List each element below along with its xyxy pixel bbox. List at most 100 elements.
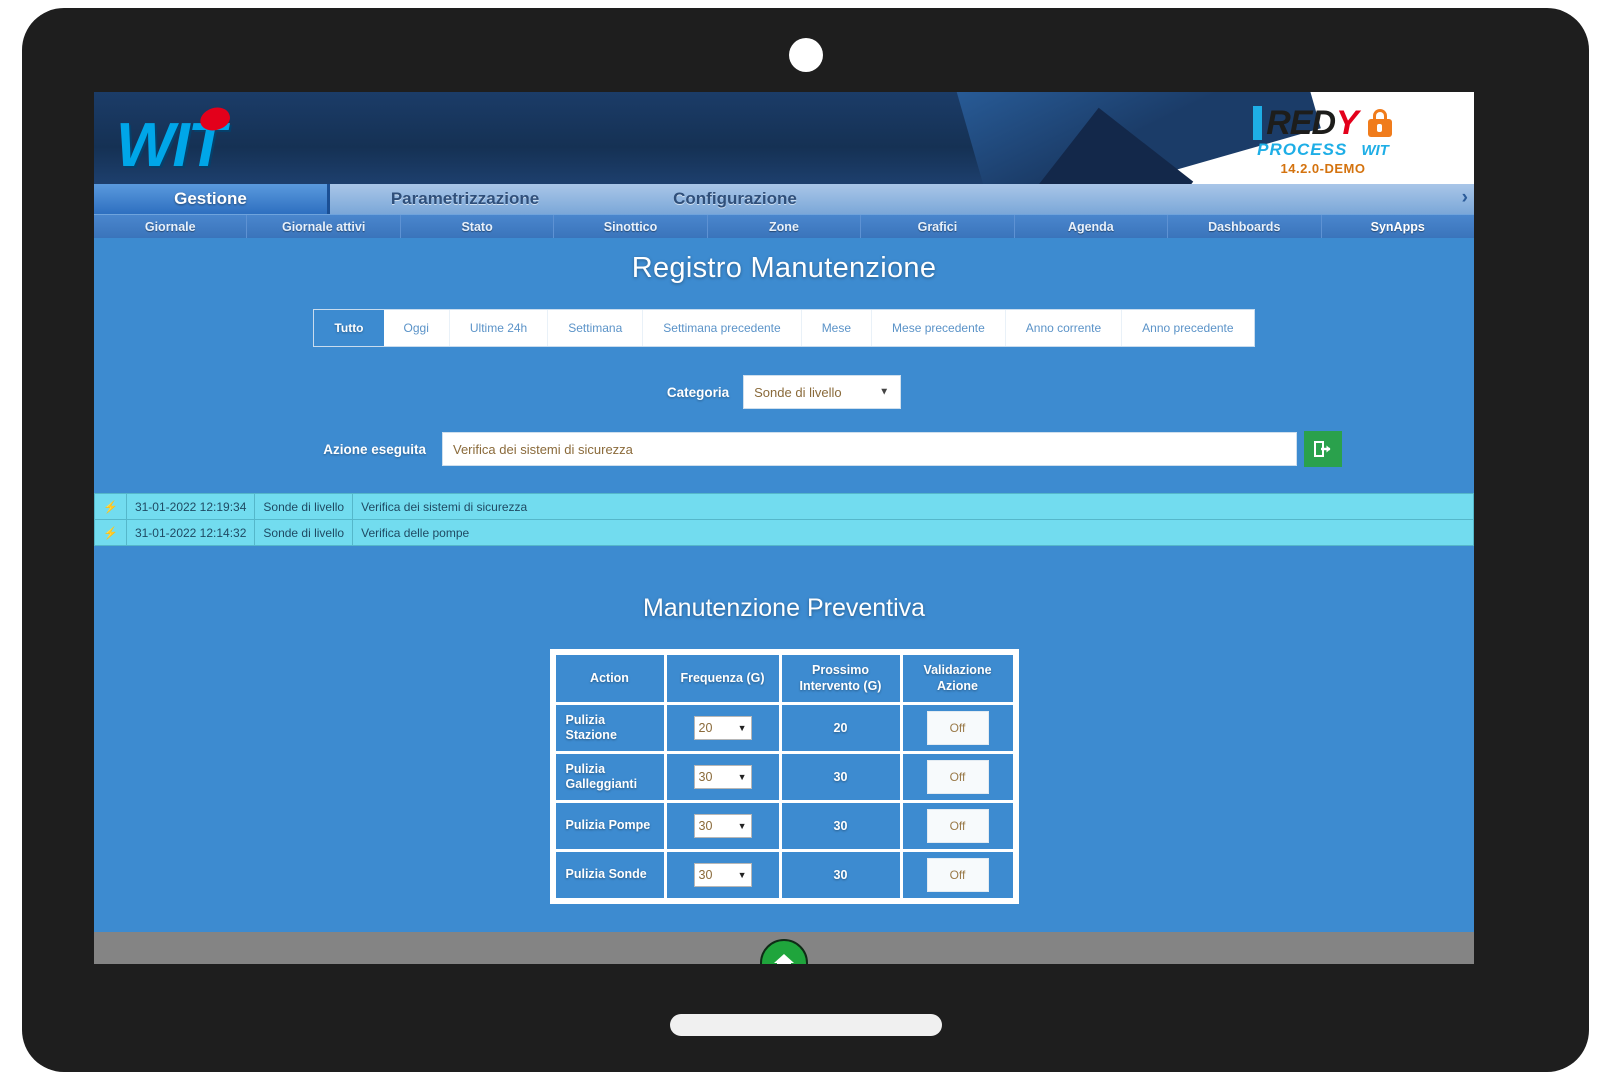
log-timestamp: 31-01-2022 12:19:34 (125, 493, 256, 520)
redy-process-logo: RED Y PROCESS WIT 14.2.0-DEMO (1234, 100, 1412, 178)
azione-input[interactable]: Verifica dei sistemi di sicurezza (442, 432, 1297, 466)
redy-bar-icon (1253, 106, 1263, 140)
table-row: Pulizia Sonde 30 ▼ 30 Off (555, 852, 1013, 899)
subnav-item-zone[interactable]: Zone (708, 215, 862, 238)
home-icon (774, 954, 794, 964)
period-tab-ultime-24h[interactable]: Ultime 24h (450, 310, 549, 346)
preventive-maintenance-title: Manutenzione Preventiva (642, 594, 926, 622)
row-validazione-cell: Off (902, 754, 1013, 801)
row-action-name: Pulizia Galleggianti (555, 754, 664, 801)
tab-parametrizzazione-label: Parametrizzazione (390, 189, 540, 208)
tablet-frame: WIT RED Y PROCESS WIT 14.2.0-DEMO Gestio… (22, 8, 1589, 1072)
log-categoria: Sonde di livello (254, 519, 354, 546)
frequenza-value: 30 (698, 770, 713, 785)
redy-process-text: PROCESS (1257, 140, 1348, 159)
row-validazione-cell: Off (902, 803, 1013, 850)
page-title: Registro Manutenzione (631, 252, 937, 284)
frequenza-value: 20 (698, 721, 713, 736)
save-enter-icon (1314, 441, 1331, 457)
categoria-selected-value: Sonde di livello (754, 384, 842, 400)
azione-row: Azione eseguita Verifica dei sistemi di … (94, 431, 1474, 467)
validazione-toggle-button[interactable]: Off (926, 858, 989, 893)
chevron-down-icon: ▼ (737, 821, 747, 832)
table-row: Pulizia Galleggianti 30 ▼ 30 Off (555, 754, 1013, 801)
subnav-item-grafici[interactable]: Grafici (861, 215, 1015, 238)
subnav-item-stato[interactable]: Stato (401, 215, 555, 238)
frequenza-select[interactable]: 30 ▼ (693, 765, 752, 790)
validazione-toggle-button[interactable]: Off (926, 809, 989, 844)
categoria-select[interactable]: Sonde di livello ▼ (743, 375, 902, 409)
chevron-down-icon: ▼ (879, 386, 890, 398)
subnav-item-giornale[interactable]: Giornale (94, 215, 248, 238)
period-tab-anno-precedente[interactable]: Anno precedente (1122, 310, 1253, 346)
subnav-item-sinottico[interactable]: Sinottico (554, 215, 708, 238)
header-action: Action (555, 655, 664, 703)
frequenza-select[interactable]: 20 ▼ (693, 716, 752, 741)
log-azione: Verifica delle pompe (352, 519, 1474, 546)
header-prossimo-intervento: Prossimo Intervento (G) (781, 655, 900, 703)
log-azione: Verifica dei sistemi di sicurezza (352, 493, 1474, 520)
wit-logo[interactable]: WIT (116, 102, 296, 180)
period-tab-mese-precedente[interactable]: Mese precedente (872, 310, 1006, 346)
log-bolt-icon: ⚡ (94, 493, 127, 520)
row-action-name: Pulizia Stazione (555, 705, 664, 752)
period-tab-oggi[interactable]: Oggi (384, 310, 450, 346)
validazione-toggle-button[interactable]: Off (926, 711, 989, 746)
period-tab-tutto[interactable]: Tutto (314, 310, 384, 346)
preventive-maintenance-table: Action Frequenza (G) Prossimo Intervento… (549, 649, 1019, 905)
log-categoria: Sonde di livello (254, 493, 354, 520)
period-tab-anno-corrente[interactable]: Anno corrente (1006, 310, 1123, 346)
table-row: Pulizia Stazione 20 ▼ 20 Off (555, 705, 1013, 752)
table-row[interactable]: ⚡ 31-01-2022 12:14:32 Sonde di livello V… (94, 519, 1474, 546)
tab-parametrizzazione[interactable]: Parametrizzazione (330, 184, 600, 214)
frequenza-value: 30 (698, 868, 713, 883)
validazione-toggle-button[interactable]: Off (926, 760, 989, 795)
tab-configurazione[interactable]: Configurazione (600, 184, 870, 214)
subnav-item-giornale-attivi[interactable]: Giornale attivi (247, 215, 401, 238)
chevron-down-icon: ▼ (737, 772, 747, 783)
header-validazione-azione: Validazione Azione (902, 655, 1013, 703)
row-frequenza-cell: 30 ▼ (666, 803, 779, 850)
tab-overflow-chevron-right-icon[interactable]: › (1462, 187, 1468, 209)
log-timestamp: 31-01-2022 12:14:32 (125, 519, 256, 546)
period-filter: Tutto Oggi Ultime 24h Settimana Settiman… (94, 309, 1474, 347)
row-action-name: Pulizia Sonde (555, 852, 664, 899)
maintenance-log-table: ⚡ 31-01-2022 12:19:34 Sonde di livello V… (94, 493, 1474, 546)
main-content: Registro Manutenzione Tutto Oggi Ultime … (94, 238, 1474, 932)
table-row: Pulizia Pompe 30 ▼ 30 Off (555, 803, 1013, 850)
frequenza-value: 30 (698, 819, 713, 834)
azione-submit-button[interactable] (1304, 431, 1342, 467)
redy-logo-y: Y (1336, 104, 1359, 142)
subnav-item-synapps[interactable]: SynApps (1322, 215, 1474, 238)
row-prossimo-value: 30 (781, 803, 900, 850)
home-button[interactable] (760, 939, 808, 964)
tablet-home-indicator (669, 1014, 942, 1036)
lock-icon (1367, 109, 1393, 137)
frequenza-select[interactable]: 30 ▼ (693, 814, 752, 839)
frequenza-select[interactable]: 30 ▼ (693, 863, 752, 888)
tab-gestione[interactable]: Gestione (94, 184, 330, 214)
categoria-row: Categoria Sonde di livello ▼ (94, 375, 1474, 409)
subnav-item-agenda[interactable]: Agenda (1015, 215, 1169, 238)
app-screen: WIT RED Y PROCESS WIT 14.2.0-DEMO Gestio… (94, 92, 1474, 964)
subnav-item-dashboards[interactable]: Dashboards (1168, 215, 1322, 238)
azione-input-value: Verifica dei sistemi di sicurezza (453, 441, 633, 457)
row-frequenza-cell: 30 ▼ (666, 852, 779, 899)
table-row[interactable]: ⚡ 31-01-2022 12:19:34 Sonde di livello V… (94, 493, 1474, 520)
main-tab-bar: Gestione Parametrizzazione Configurazion… (94, 184, 1474, 214)
redy-logo-subtitle: PROCESS WIT (1234, 140, 1412, 160)
row-frequenza-cell: 20 ▼ (666, 705, 779, 752)
header-frequenza: Frequenza (G) (666, 655, 779, 703)
footer-bar (94, 932, 1474, 964)
categoria-label: Categoria (666, 384, 730, 400)
tablet-camera (788, 38, 823, 72)
preventive-maintenance-section: Action Frequenza (G) Prossimo Intervento… (94, 649, 1474, 905)
period-tab-settimana-precedente[interactable]: Settimana precedente (643, 310, 802, 346)
sub-nav-bar: Giornale Giornale attivi Stato Sinottico… (94, 214, 1474, 238)
app-version: 14.2.0-DEMO (1280, 161, 1366, 176)
masthead: WIT RED Y PROCESS WIT 14.2.0-DEMO (94, 92, 1474, 184)
tab-configurazione-label: Configurazione (673, 189, 797, 208)
row-validazione-cell: Off (902, 852, 1013, 899)
period-tab-settimana[interactable]: Settimana (548, 310, 644, 346)
period-tab-mese[interactable]: Mese (802, 310, 873, 346)
